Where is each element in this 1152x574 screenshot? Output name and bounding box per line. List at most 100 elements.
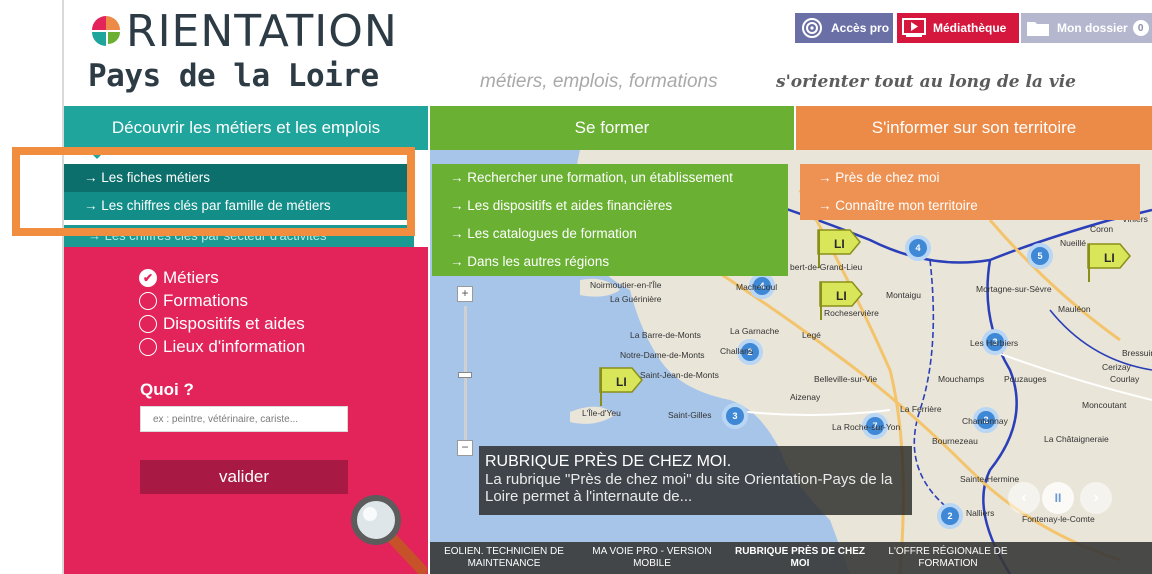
caption-text: La rubrique "Près de chez moi" du site O…	[485, 471, 893, 505]
map-place-label: Moncoutant	[1082, 400, 1127, 410]
svg-text:LI: LI	[836, 289, 847, 303]
mediatheque-button[interactable]: Médiathèque	[897, 13, 1019, 43]
acces-pro-button[interactable]: Accès pro	[795, 13, 893, 43]
mediatheque-label: Médiathèque	[933, 21, 1007, 35]
map-place-label: Legé	[802, 330, 821, 340]
map-place-label: bert-de-Grand-Lieu	[790, 262, 863, 272]
nav-decouvrir[interactable]: Découvrir les métiers et les emplois	[64, 106, 428, 150]
radio-label: Métiers	[163, 268, 219, 287]
menu-item-connaitre-territoire[interactable]: → Connaître mon territoire	[800, 192, 1140, 220]
menu-item-pres-de-chez-moi[interactable]: → Près de chez moi	[800, 164, 1140, 192]
map-place-label: Les Herbiers	[970, 338, 1018, 348]
slideshow-tabs: EOLIEN. TECHNICIEN DE MAINTENANCE MA VOI…	[430, 542, 1152, 574]
map-zoom-handle[interactable]	[458, 372, 472, 378]
map-place-label: Challans	[720, 346, 753, 356]
highlight-box	[12, 147, 415, 236]
folder-icon	[1025, 17, 1051, 39]
map-place-label: La Guérinière	[610, 294, 662, 304]
radio-circle-icon	[139, 292, 157, 310]
menu-territoire: → Près de chez moi → Connaître mon terri…	[800, 164, 1140, 220]
menu-se-former: → Rechercher une formation, un établisse…	[432, 164, 788, 276]
nav-se-former[interactable]: Se former	[430, 106, 794, 150]
tagline-light: métiers, emplois, formations	[480, 71, 718, 92]
radio-dispositifs[interactable]: Dispositifs et aides	[139, 312, 305, 336]
map-place-label: La Garnache	[730, 326, 779, 336]
slide-tab-eolien[interactable]: EOLIEN. TECHNICIEN DE MAINTENANCE	[430, 542, 578, 574]
map-place-label: Chantonnay	[962, 416, 1009, 426]
radio-circle-icon	[139, 315, 157, 333]
map-place-label: Machecoul	[736, 282, 777, 292]
tagline-bold: s'orienter tout au long de la vie	[776, 72, 1076, 92]
acces-pro-label: Accès pro	[831, 21, 890, 35]
menu-item-rechercher-formation[interactable]: → Rechercher une formation, un établisse…	[432, 164, 788, 192]
valider-button[interactable]: valider	[140, 460, 348, 494]
map-place-label: La Barre-de-Monts	[630, 330, 701, 340]
map-place-label: Montaigu	[886, 290, 921, 300]
map-place-label: Sainte-Hermine	[960, 474, 1019, 484]
map-place-label: Mauléon	[1058, 304, 1091, 314]
slide-tab-offre-regionale[interactable]: L'OFFRE RÉGIONALE DE FORMATION	[874, 542, 1022, 574]
search-input[interactable]	[140, 406, 348, 432]
logo-title: RIENTATION	[126, 6, 398, 57]
nav-territoire[interactable]: S'informer sur son territoire	[796, 106, 1152, 150]
map-place-label: Mortagne-sur-Sèvre	[976, 284, 1052, 294]
magnifier-icon	[351, 495, 428, 574]
svg-text:LI: LI	[1104, 251, 1115, 265]
svg-text:LI: LI	[616, 375, 627, 389]
map-marker: LI	[1087, 243, 1131, 282]
play-icon	[901, 17, 927, 39]
map-place-label: Pouzauges	[1004, 374, 1047, 384]
map-place-label: La Roche-sur-Yon	[832, 422, 900, 432]
menu-item-autres-regions[interactable]: → Dans les autres régions	[432, 248, 788, 276]
map-place-label: Fontenay-le-Comte	[1022, 514, 1095, 524]
map-zoom-out-button[interactable]: −	[457, 440, 473, 456]
map-place-label: Bressuire	[1122, 348, 1152, 358]
radio-lieux[interactable]: Lieux d'information	[139, 335, 305, 359]
radio-label: Formations	[163, 291, 249, 310]
mon-dossier-label: Mon dossier	[1057, 21, 1128, 35]
radio-label: Lieux d'information	[163, 337, 306, 356]
previous-slide-button[interactable]: ‹	[1008, 482, 1040, 514]
mon-dossier-button[interactable]: Mon dossier 0	[1021, 13, 1152, 43]
map-place-label: Aizenay	[790, 392, 821, 402]
menu-item-dispositifs-aides[interactable]: → Les dispositifs et aides financières	[432, 192, 788, 220]
map-zoom-in-button[interactable]: +	[457, 286, 473, 302]
map-place-label: Noirmoutier-en-l'Île	[590, 280, 662, 290]
checkmark-icon: ✔	[139, 269, 157, 287]
map-place-label: Coron	[1090, 224, 1113, 234]
map-place-label: Mouchamps	[938, 374, 984, 384]
map-cluster-label: 2	[947, 511, 952, 521]
map-cluster-label: 5	[1037, 251, 1042, 261]
map-place-label: L'Île-d'Yeu	[582, 408, 621, 418]
map-place-label: Courlay	[1110, 374, 1140, 384]
menu-item-catalogues[interactable]: → Les catalogues de formation	[432, 220, 788, 248]
dossier-count-badge: 0	[1132, 20, 1149, 36]
next-slide-button[interactable]: ›	[1080, 482, 1112, 514]
radio-circle-icon	[139, 338, 157, 356]
caption-title: RUBRIQUE PRÈS DE CHEZ MOI.	[485, 453, 732, 470]
logo-mark-icon	[92, 16, 120, 46]
svg-text:LI: LI	[834, 237, 845, 251]
map-place-label: Nalliers	[966, 508, 994, 518]
slide-tab-pres-de-chez-moi[interactable]: RUBRIQUE PRÈS DE CHEZ MOI	[726, 542, 874, 574]
slide-tab-ma-voie-pro[interactable]: MA VOIE PRO - VERSION MOBILE	[578, 542, 726, 574]
map-place-label: Cerizay	[1102, 362, 1132, 372]
map-place-label: Saint-Jean-de-Monts	[640, 370, 719, 380]
logo-subtitle: Pays de la Loire	[88, 58, 379, 94]
radio-formations[interactable]: Formations	[139, 289, 248, 313]
map-place-label: Nueillé	[1060, 238, 1086, 248]
radio-metiers[interactable]: ✔ Métiers	[139, 266, 219, 290]
pause-slide-button[interactable]: II	[1042, 482, 1074, 514]
map-place-label: Notre-Dame-de-Monts	[620, 350, 705, 360]
map-place-label: Saint-Gilles	[668, 410, 711, 420]
quoi-label: Quoi ?	[140, 380, 194, 399]
map-place-label: La Ferrière	[900, 404, 942, 414]
map-cluster-label: 4	[915, 243, 920, 253]
map-place-label: Rocheservière	[824, 308, 879, 318]
slideshow-caption[interactable]: RUBRIQUE PRÈS DE CHEZ MOI. La rubrique "…	[479, 446, 912, 515]
map-place-label: La Châtaigneraie	[1044, 434, 1109, 444]
site-logo[interactable]: RIENTATION	[88, 10, 398, 54]
map-place-label: Belleville-sur-Vie	[814, 374, 877, 384]
map-cluster-label: 3	[732, 411, 737, 421]
map-place-label: Bournezeau	[932, 436, 978, 446]
